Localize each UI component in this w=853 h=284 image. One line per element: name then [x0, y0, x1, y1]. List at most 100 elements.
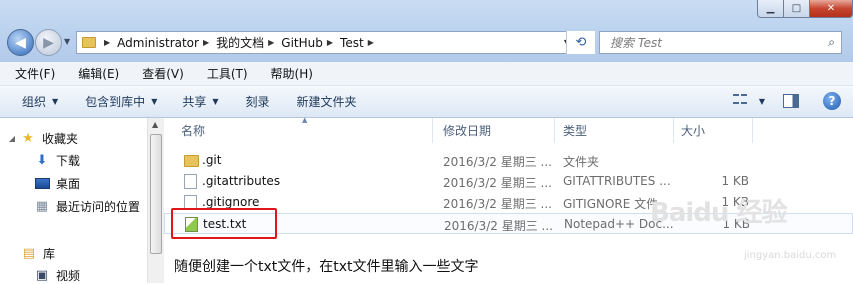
file-date: 2016/3/2 星期三 ... — [444, 219, 553, 233]
file-name: .gitattributes — [202, 174, 281, 188]
organize-label: 组织 — [22, 95, 47, 109]
column-size-header[interactable]: 大小 — [681, 118, 705, 143]
navigation-pane: ◢ ★ 收藏夹 ⬇ 下载 桌面 ▦ 最近访问的位置 ▤ 库 ▣ 视频 — [0, 118, 147, 283]
chevron-down-icon: ▼ — [212, 97, 219, 106]
search-input[interactable]: 搜索 Test ⌕ — [599, 31, 842, 54]
file-type: 文件夹 — [563, 155, 600, 169]
nav-recent-label: 最近访问的位置 — [56, 200, 141, 214]
file-name: .gitignore — [202, 195, 260, 209]
menu-bar: 文件(F) 编辑(E) 查看(V) 工具(T) 帮助(H) — [0, 62, 853, 86]
chevron-down-icon: ▼ — [151, 97, 158, 106]
window-controls: ▁ □ ✕ — [757, 0, 853, 18]
file-size: 1 KB — [721, 174, 749, 188]
library-icon: ▤ — [22, 246, 36, 261]
view-options-dropdown[interactable]: ▼ — [759, 97, 765, 106]
chevron-right-icon[interactable]: ▶ — [203, 38, 209, 47]
forward-button[interactable]: ▶ — [35, 29, 62, 56]
instruction-caption: 随便创建一个txt文件，在txt文件里输入一些文字 — [174, 259, 479, 275]
nav-favorites[interactable]: ◢ ★ 收藏夹 — [8, 130, 78, 147]
search-placeholder: 搜索 Test — [610, 36, 663, 50]
column-date-label: 修改日期 — [443, 124, 492, 138]
menu-tools[interactable]: 工具(T) — [192, 65, 256, 82]
column-date-header[interactable]: 修改日期 — [443, 118, 491, 143]
burn-label: 刻录 — [245, 95, 270, 109]
file-row[interactable]: .gitattributes 2016/3/2 星期三 ... GITATTRI… — [164, 171, 853, 192]
download-folder-icon: ⬇ — [36, 153, 48, 168]
include-in-library-button[interactable]: 包含到库中 ▼ — [69, 93, 168, 110]
address-bar[interactable]: ▶ Administrator ▶ 我的文档 ▶ GitHub ▶ Test ▶… — [76, 31, 595, 54]
recent-places-icon: ▦ — [35, 199, 49, 214]
nav-libraries-label: 库 — [43, 247, 56, 261]
column-divider[interactable] — [432, 118, 433, 143]
column-divider[interactable] — [752, 118, 753, 143]
nav-libraries[interactable]: ▤ 库 — [21, 245, 55, 262]
menu-view[interactable]: 查看(V) — [127, 65, 192, 82]
nav-recent-places[interactable]: ▦ 最近访问的位置 — [34, 198, 140, 215]
share-button[interactable]: 共享 ▼ — [168, 93, 229, 110]
nav-downloads[interactable]: ⬇ 下载 — [34, 152, 80, 169]
column-name-header[interactable]: 名称 — [181, 118, 205, 143]
maximize-button[interactable]: □ — [784, 0, 810, 18]
sort-ascending-icon: ▲ — [302, 116, 308, 124]
command-bar: 组织 ▼ 包含到库中 ▼ 共享 ▼ 刻录 新建文件夹 ▼ ? — [0, 86, 853, 118]
nav-downloads-label: 下载 — [56, 154, 81, 168]
file-date: 2016/3/2 星期三 ... — [443, 197, 552, 211]
nav-videos-label: 视频 — [56, 269, 81, 283]
preview-pane-icon[interactable] — [783, 94, 799, 108]
recent-pages-dropdown[interactable]: ▼ — [64, 37, 70, 46]
file-icon — [184, 174, 197, 189]
column-size-label: 大小 — [681, 124, 706, 138]
file-name: .git — [202, 153, 222, 167]
menu-edit[interactable]: 编辑(E) — [63, 65, 127, 82]
collapse-icon[interactable]: ◢ — [8, 132, 16, 146]
watermark-url: jingyan.baidu.com — [744, 250, 837, 261]
refresh-button[interactable]: ⟲ — [566, 31, 595, 54]
video-icon: ▣ — [35, 268, 49, 283]
column-type-header[interactable]: 类型 — [563, 118, 587, 143]
close-button[interactable]: ✕ — [810, 0, 853, 18]
menu-help[interactable]: 帮助(H) — [256, 65, 321, 82]
arrow-left-icon: ◀ — [15, 34, 26, 51]
file-row[interactable]: .git 2016/3/2 星期三 ... 文件夹 — [164, 150, 853, 171]
chevron-right-icon[interactable]: ▶ — [327, 38, 333, 47]
arrow-right-icon: ▶ — [43, 34, 54, 51]
nav-desktop-label: 桌面 — [56, 177, 81, 191]
view-controls: ▼ ? — [732, 92, 841, 110]
help-icon[interactable]: ? — [823, 92, 841, 110]
folder-icon — [82, 37, 96, 48]
include-in-library-label: 包含到库中 — [85, 95, 146, 109]
breadcrumb-administrator[interactable]: Administrator — [117, 36, 199, 50]
refresh-icon: ⟲ — [575, 35, 587, 50]
desktop-icon — [34, 177, 50, 191]
menu-file[interactable]: 文件(F) — [0, 65, 63, 82]
search-icon[interactable]: ⌕ — [828, 35, 835, 50]
organize-button[interactable]: 组织 ▼ — [0, 93, 69, 110]
file-date: 2016/3/2 星期三 ... — [443, 176, 552, 190]
nav-scrollbar[interactable]: ▲ — [147, 118, 164, 283]
breadcrumb-test[interactable]: Test — [340, 36, 364, 50]
title-address-bar: ▁ □ ✕ ◀ ▶ ▼ ▶ Administrator ▶ 我的文档 ▶ Git… — [0, 0, 853, 62]
nav-videos[interactable]: ▣ 视频 — [34, 267, 80, 284]
column-divider[interactable] — [673, 118, 674, 143]
scroll-thumb[interactable] — [150, 134, 162, 254]
chevron-right-icon[interactable]: ▶ — [268, 38, 274, 47]
back-button[interactable]: ◀ — [7, 29, 34, 56]
breadcrumb-my-documents[interactable]: 我的文档 — [216, 34, 264, 51]
breadcrumb-github[interactable]: GitHub — [281, 36, 323, 50]
new-folder-label: 新建文件夹 — [296, 95, 357, 109]
column-type-label: 类型 — [563, 124, 588, 138]
new-folder-button[interactable]: 新建文件夹 — [281, 93, 368, 110]
nav-desktop[interactable]: 桌面 — [34, 175, 80, 192]
watermark-logo: Baidu 经验 — [650, 198, 787, 228]
change-view-icon[interactable] — [732, 94, 749, 108]
chevron-right-icon[interactable]: ▶ — [368, 38, 374, 47]
minimize-button[interactable]: ▁ — [757, 0, 784, 18]
column-divider[interactable] — [554, 118, 555, 143]
chevron-right-icon[interactable]: ▶ — [104, 38, 110, 47]
scroll-up-icon[interactable]: ▲ — [152, 120, 158, 129]
file-type: GITATTRIBUTES ... — [563, 174, 671, 188]
column-name-label: 名称 — [181, 124, 206, 138]
nav-favorites-label: 收藏夹 — [42, 132, 79, 146]
file-type: GITIGNORE 文件 — [563, 197, 659, 211]
burn-button[interactable]: 刻录 — [230, 93, 281, 110]
